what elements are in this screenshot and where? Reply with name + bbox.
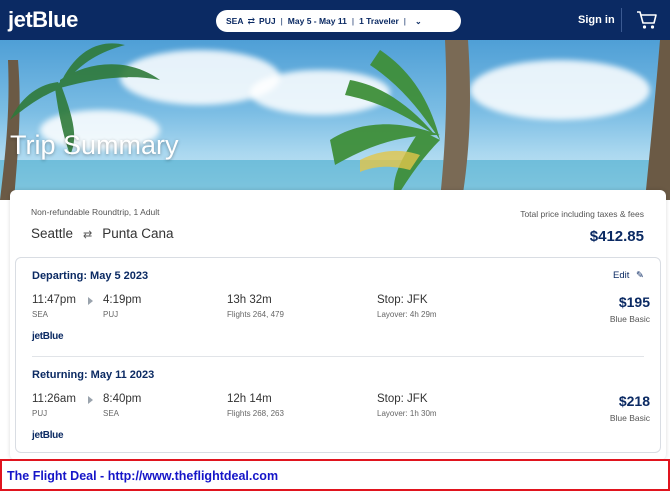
- cart-icon[interactable]: [636, 10, 658, 30]
- separator: |: [280, 16, 283, 26]
- top-nav: jetBlue SEA ⇄ PUJ | May 5 - May 11 | 1 T…: [0, 0, 670, 40]
- swap-icon: ⇄: [83, 229, 93, 241]
- fare-type: Blue Basic: [609, 413, 650, 423]
- depart-code: SEA: [32, 310, 49, 319]
- arrive-code: SEA: [103, 409, 120, 418]
- origin-code: SEA: [226, 16, 244, 26]
- depart-code: PUJ: [32, 409, 48, 418]
- separator: |: [351, 16, 355, 26]
- trip-type: Non-refundable Roundtrip, 1 Adult: [31, 207, 160, 217]
- origin-city: Seattle: [31, 226, 74, 241]
- swap-icon: ⇄: [247, 15, 256, 26]
- segment-title: Departing: May 5 2023: [32, 270, 149, 282]
- chevron-down-icon[interactable]: ⌄: [415, 17, 422, 26]
- layover-info: Layover: 1h 30m: [377, 409, 437, 418]
- airline-logo: jetBlue: [32, 331, 64, 342]
- separator: |: [403, 16, 406, 26]
- arrow-right-icon: [88, 396, 93, 404]
- destination-city: Punta Cana: [102, 226, 174, 241]
- stop-info: Stop: JFK: [377, 294, 428, 306]
- arrive-time: 8:40pm: [103, 393, 142, 405]
- trip-search-pill[interactable]: SEA ⇄ PUJ | May 5 - May 11 | 1 Traveler …: [216, 10, 461, 32]
- signin-link[interactable]: Sign in: [578, 14, 615, 26]
- flight-numbers: Flights 264, 479: [227, 310, 284, 319]
- hero-banner: Trip Summary: [0, 40, 670, 200]
- flight-segments: Departing: May 5 2023 Edit ✎ 11:47pm SEA…: [15, 257, 661, 453]
- pencil-icon: ✎: [636, 270, 644, 281]
- returning-segment: Returning: May 11 2023 11:26am PUJ 8:40p…: [16, 357, 660, 455]
- arrow-right-icon: [88, 297, 93, 305]
- depart-time: 11:47pm: [32, 294, 76, 306]
- flight-duration: 12h 14m: [227, 393, 272, 405]
- airline-logo: jetBlue: [32, 430, 64, 441]
- edit-button[interactable]: Edit ✎: [613, 270, 644, 281]
- layover-info: Layover: 4h 29m: [377, 310, 437, 319]
- segment-price: $218: [618, 393, 650, 409]
- trip-summary-card: Non-refundable Roundtrip, 1 Adult Seattl…: [10, 190, 666, 460]
- total-price-label: Total price including taxes & fees: [520, 209, 644, 219]
- stop-info: Stop: JFK: [377, 393, 428, 405]
- segment-title: Returning: May 11 2023: [32, 369, 155, 381]
- departing-segment: Departing: May 5 2023 Edit ✎ 11:47pm SEA…: [16, 258, 660, 356]
- traveler-count: 1 Traveler: [359, 16, 399, 26]
- page-title: Trip Summary: [10, 130, 179, 160]
- trip-dates: May 5 - May 11: [287, 16, 347, 26]
- jetblue-logo[interactable]: jetBlue: [8, 7, 78, 33]
- total-price: $412.85: [589, 228, 644, 245]
- flight-deal-banner: The Flight Deal - http://www.theflightde…: [0, 459, 670, 491]
- arrive-time: 4:19pm: [103, 294, 142, 306]
- fare-type: Blue Basic: [609, 314, 650, 324]
- depart-time: 11:26am: [32, 393, 76, 405]
- arrive-code: PUJ: [103, 310, 119, 319]
- edit-label: Edit: [613, 270, 630, 281]
- flight-numbers: Flights 268, 263: [227, 409, 284, 418]
- nav-divider: [621, 8, 622, 32]
- flight-duration: 13h 32m: [227, 294, 272, 306]
- palm-tree-illustration: [0, 40, 670, 200]
- flight-deal-link[interactable]: The Flight Deal - http://www.theflightde…: [7, 469, 278, 483]
- segment-price: $195: [618, 294, 650, 310]
- route-summary: Seattle ⇄ Punta Cana: [31, 226, 174, 241]
- destination-code: PUJ: [259, 16, 276, 26]
